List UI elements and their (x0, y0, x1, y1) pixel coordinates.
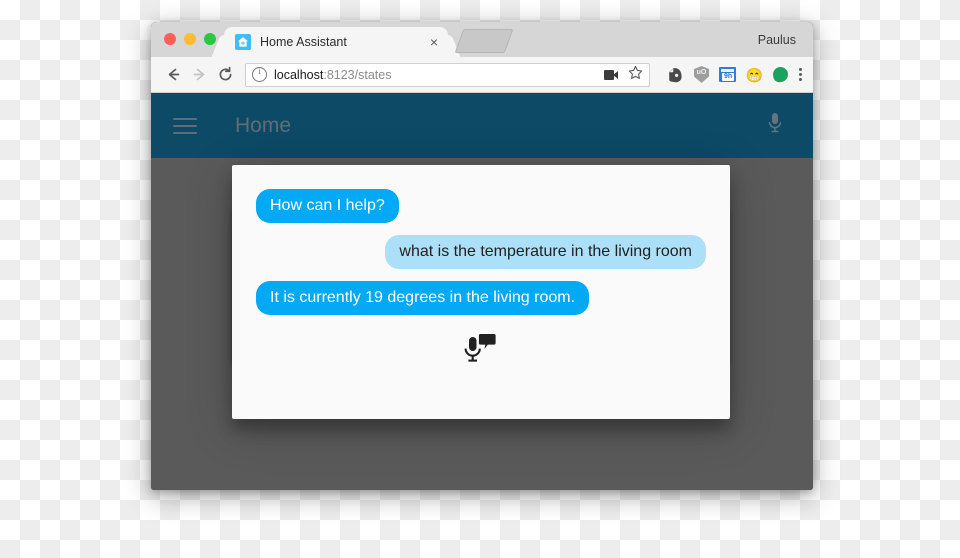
reload-icon[interactable] (212, 62, 238, 88)
green-blob-extension-icon[interactable] (771, 65, 790, 84)
hamburger-menu-icon[interactable] (173, 117, 197, 134)
tab-strip: Home Assistant × Paulus (151, 22, 813, 57)
browser-extensions: uO 9h 😁 (667, 65, 790, 84)
bookmark-star-icon[interactable] (628, 65, 643, 85)
emoji-extension-icon[interactable]: 😁 (746, 66, 763, 83)
browser-profile-name[interactable]: Paulus (758, 33, 796, 47)
address-bar[interactable]: localhost:8123/states (245, 62, 650, 87)
video-camera-icon[interactable] (604, 69, 618, 80)
tab-close-icon[interactable]: × (430, 35, 438, 49)
assistant-message-bubble: It is currently 19 degrees in the living… (256, 281, 590, 315)
page-content: Home How can I help? what is the tempera… (151, 93, 813, 490)
info-circle-icon[interactable] (252, 66, 267, 82)
microphone-speech-bubble-icon[interactable] (461, 331, 501, 365)
ublock-shield-extension-icon[interactable]: uO (694, 66, 709, 83)
browser-tab-home-assistant[interactable]: Home Assistant × (224, 27, 448, 57)
url-text: localhost:8123/states (274, 68, 391, 82)
url-path: :8123/states (323, 67, 392, 82)
chat-message-row: what is the temperature in the living ro… (256, 235, 706, 269)
listen-button-area (256, 331, 706, 365)
app-header: Home (151, 93, 813, 158)
chat-message-row: How can I help? (256, 189, 706, 223)
assistant-message-bubble: How can I help? (256, 189, 399, 223)
evernote-extension-icon[interactable] (667, 66, 684, 83)
nine-hours-extension-icon[interactable]: 9h (719, 67, 736, 82)
voice-assistant-dialog: How can I help? what is the temperature … (232, 165, 730, 419)
page-title: Home (235, 113, 292, 137)
browser-menu-icon[interactable] (799, 68, 802, 81)
home-assistant-icon (235, 34, 251, 50)
browser-toolbar: localhost:8123/states (151, 57, 813, 93)
microphone-icon[interactable] (765, 110, 785, 141)
browser-window: Home Assistant × Paulus i localhost:8123… (151, 22, 813, 490)
window-traffic-lights (164, 33, 216, 45)
back-icon[interactable] (160, 62, 186, 88)
forward-icon[interactable] (186, 62, 212, 88)
tab-title: Home Assistant (260, 35, 347, 49)
window-close-button[interactable] (164, 33, 176, 45)
address-bar-actions (604, 65, 643, 85)
window-zoom-button[interactable] (204, 33, 216, 45)
chat-message-row: It is currently 19 degrees in the living… (256, 281, 706, 315)
new-tab-button[interactable] (454, 29, 514, 53)
user-message-bubble: what is the temperature in the living ro… (385, 235, 706, 269)
url-host: localhost (274, 67, 324, 82)
window-minimize-button[interactable] (184, 33, 196, 45)
